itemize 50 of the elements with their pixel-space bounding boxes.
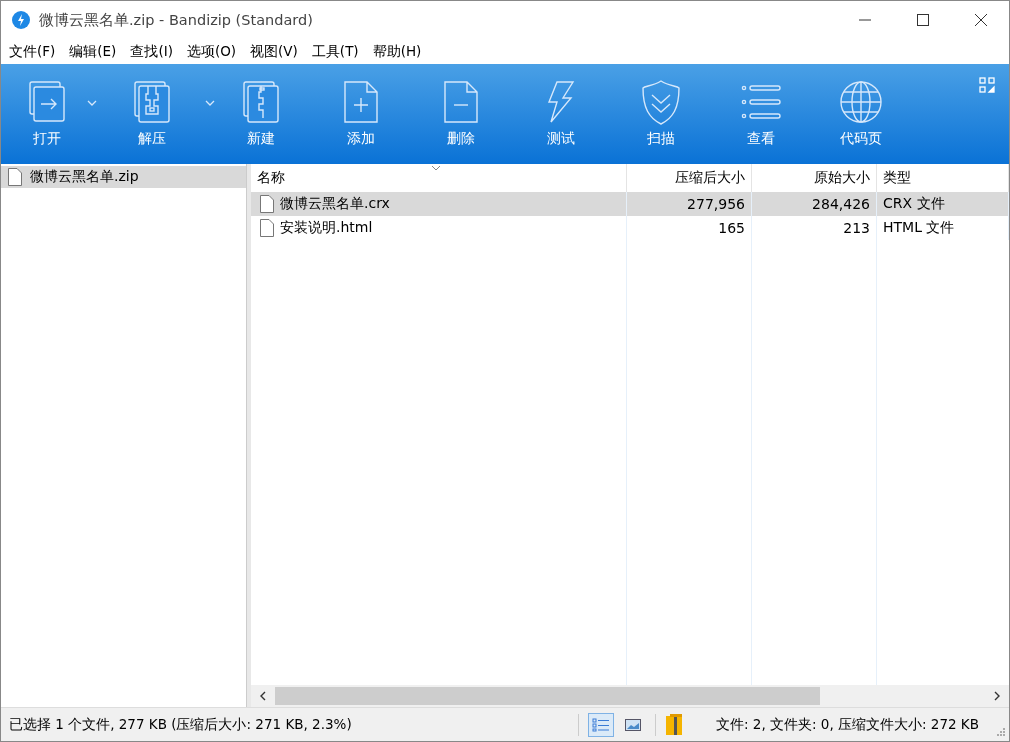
scroll-thumb[interactable]: [275, 687, 820, 705]
original-size: 213: [843, 220, 870, 236]
scan-icon: [639, 78, 683, 126]
codepage-icon: [839, 78, 883, 126]
menu-item[interactable]: 选项(O): [186, 42, 237, 61]
toolbar-button[interactable]: 添加: [335, 64, 387, 148]
menu-item[interactable]: 工具(T): [311, 42, 359, 61]
original-size: 284,426: [812, 196, 870, 212]
toolbar-button[interactable]: 扫描: [635, 64, 687, 148]
details-view-icon: [592, 717, 610, 732]
archive-icon[interactable]: [665, 713, 685, 736]
menu-item[interactable]: 视图(V): [250, 42, 298, 61]
layout-icon[interactable]: [979, 77, 995, 93]
thumbnail-view-icon: [625, 718, 641, 731]
file-name: 安装说明.html: [280, 219, 373, 237]
file-icon: [260, 195, 274, 213]
maximize-icon[interactable]: [917, 14, 929, 26]
toolbar-button[interactable]: 打开: [21, 64, 73, 148]
toolbar-button[interactable]: 删除: [435, 64, 487, 148]
file-type: HTML 文件: [883, 219, 955, 237]
archive-summary: 文件: 2, 文件夹: 0, 压缩文件大小: 272 KB: [715, 715, 979, 734]
window-title: 微博云黑名单.zip - Bandizip (Standard): [39, 10, 313, 30]
app-logo-icon: [11, 10, 31, 30]
toolbar-button[interactable]: 解压: [126, 64, 178, 148]
menu-item[interactable]: 帮助(H): [372, 42, 422, 61]
view-mode-button[interactable]: [588, 712, 614, 737]
file-name: 微博云黑名单.crx: [280, 195, 390, 213]
toolbar-button[interactable]: 代码页: [835, 64, 887, 148]
caret-icon[interactable]: [205, 100, 215, 106]
horizontal-scrollbar[interactable]: [251, 685, 1009, 707]
file-type: CRX 文件: [883, 195, 945, 213]
menu-item[interactable]: 编辑(E): [69, 42, 117, 61]
compressed-size: 165: [718, 220, 745, 236]
file-row[interactable]: 安装说明.html 165 213 HTML 文件: [251, 216, 1009, 240]
menu-item[interactable]: 文件(F): [9, 42, 56, 61]
toolbar-button[interactable]: 测试: [535, 64, 587, 148]
toolbar-button[interactable]: 新建: [235, 64, 287, 148]
menu-item[interactable]: 查找(I): [130, 42, 173, 61]
scroll-left-icon[interactable]: [259, 691, 267, 701]
file-row[interactable]: 微博云黑名单.crx 277,956 284,426 CRX 文件: [251, 192, 1009, 216]
resize-grip-icon[interactable]: [997, 727, 1005, 736]
tree-item[interactable]: 微博云黑名单.zip: [1, 166, 246, 188]
caret-icon[interactable]: [87, 100, 97, 106]
selection-status: 已选择 1 个文件, 277 KB (压缩后大小: 271 KB, 2.3%): [9, 715, 353, 734]
scroll-right-icon[interactable]: [993, 691, 1001, 701]
close-icon[interactable]: [975, 14, 987, 26]
file-icon: [8, 168, 22, 186]
file-icon: [260, 219, 274, 237]
toolbar-button[interactable]: 查看: [735, 64, 787, 148]
compressed-size: 277,956: [687, 196, 745, 212]
